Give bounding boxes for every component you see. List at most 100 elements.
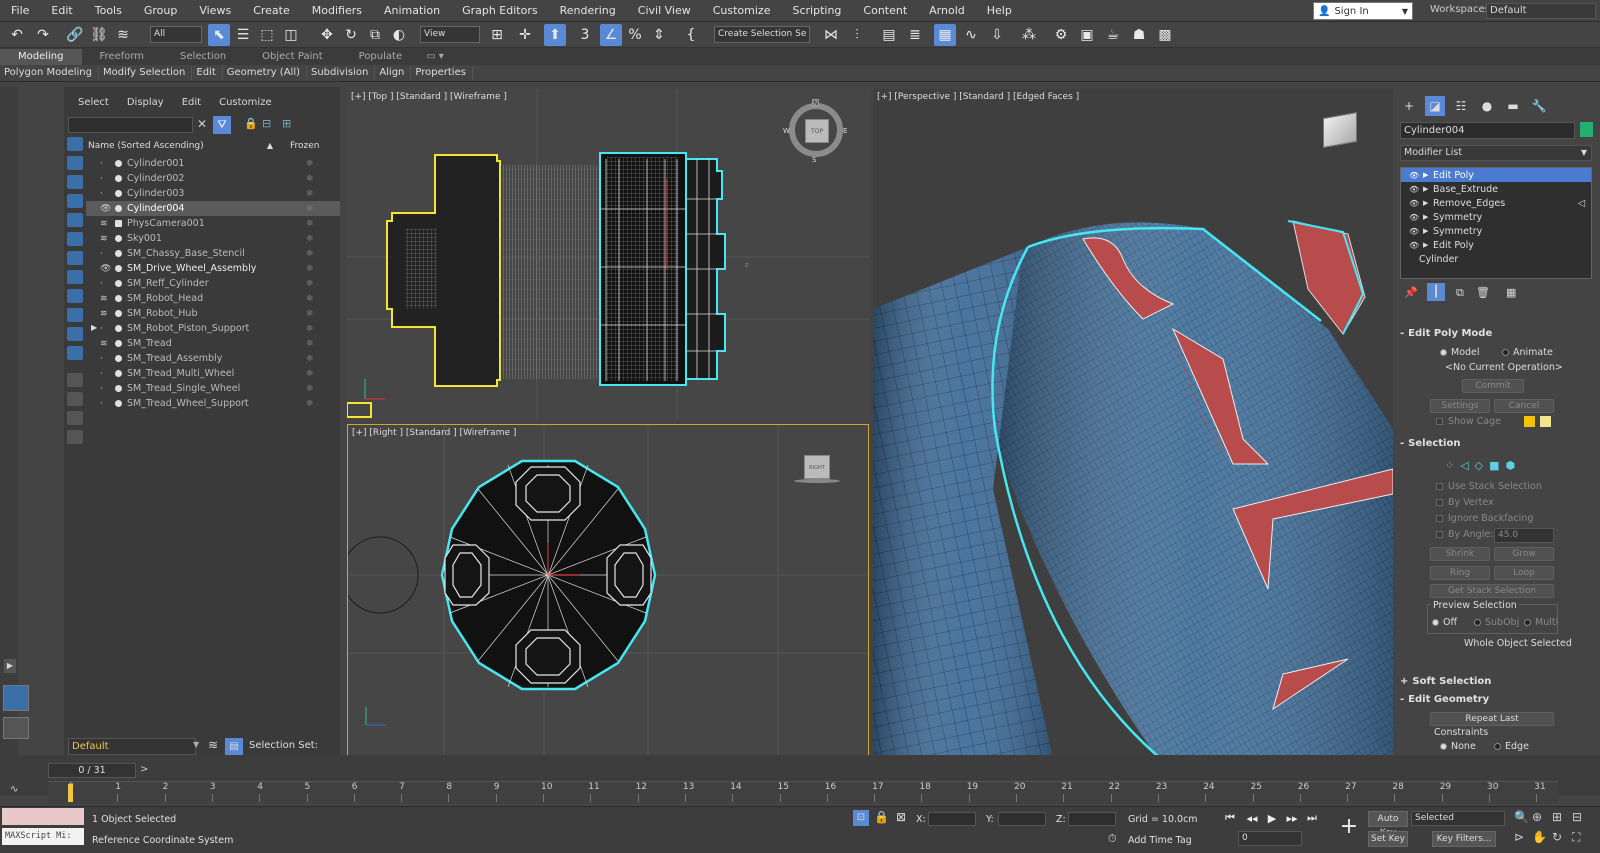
xref-filter-icon[interactable] bbox=[67, 270, 83, 284]
motion-tab-icon[interactable]: ● bbox=[1477, 96, 1497, 116]
repeat-last-button[interactable]: Repeat Last bbox=[1430, 712, 1554, 726]
link-icon[interactable]: 🔗 bbox=[64, 24, 86, 46]
menu-content[interactable]: Content bbox=[852, 0, 918, 22]
window-crossing-icon[interactable]: ◫ bbox=[280, 24, 302, 46]
next-frame-button-icon[interactable]: ▸▸ bbox=[1284, 810, 1300, 826]
explorer-menu-select[interactable]: Select bbox=[78, 97, 109, 108]
explorer-search-input[interactable] bbox=[68, 117, 193, 133]
hidden-eye-icon[interactable]: · bbox=[100, 399, 112, 409]
viewport-right[interactable]: [+] [Right ] [Standard ] [Wireframe ] RI… bbox=[347, 424, 869, 759]
hidden-eye-icon[interactable]: · bbox=[100, 159, 112, 169]
spacewarp-filter-icon[interactable] bbox=[67, 232, 83, 246]
soft-selection-rollout[interactable]: + Soft Selection bbox=[1400, 676, 1590, 690]
viewport-top-label[interactable]: [+] [Top ] [Standard ] [Wireframe ] bbox=[351, 92, 507, 102]
menu-views[interactable]: Views bbox=[188, 0, 242, 22]
scene-explorer-icon[interactable]: ▤ bbox=[878, 24, 900, 46]
explorer-menu-display[interactable]: Display bbox=[127, 97, 164, 108]
render-production-icon[interactable]: ☗ bbox=[1128, 24, 1150, 46]
menu-edit[interactable]: Edit bbox=[40, 0, 83, 22]
explorer-row[interactable]: · SM_Tread_Assembly ❄ bbox=[86, 351, 340, 366]
utilities-tab-icon[interactable]: 🔧 bbox=[1529, 96, 1549, 116]
field-of-view-icon[interactable]: ⊳ bbox=[1514, 830, 1524, 844]
modifier-toggle-eye-icon[interactable]: 👁 bbox=[1409, 185, 1423, 194]
align-icon[interactable]: ⫶ bbox=[846, 24, 868, 46]
display-tab-icon[interactable]: ▬ bbox=[1503, 96, 1523, 116]
workspaces-dropdown[interactable]: Default bbox=[1486, 3, 1596, 19]
freeze-icon[interactable]: ❄ bbox=[306, 354, 314, 364]
visibility-eye-icon[interactable]: 👁 bbox=[100, 204, 112, 214]
ribbon-tab-populate[interactable]: Populate bbox=[341, 49, 420, 65]
hidden-eye-icon[interactable]: · bbox=[100, 279, 112, 289]
render-setup-icon[interactable]: ▣ bbox=[1076, 24, 1098, 46]
viewport-right-label[interactable]: [+] [Right ] [Standard ] [Wireframe ] bbox=[352, 428, 516, 438]
explorer-row[interactable]: ≋ SM_Robot_Head ❄ bbox=[86, 291, 340, 306]
z-coordinate-field[interactable] bbox=[1068, 812, 1116, 826]
explorer-row[interactable]: 👁 SM_Drive_Wheel_Assembly ❄ bbox=[86, 261, 340, 276]
spinner-snap-icon[interactable]: ⇕ bbox=[648, 24, 670, 46]
viewport-top[interactable]: z [+] [Top ] [Standard ] [Wireframe ] TO… bbox=[347, 89, 869, 420]
freeze-icon[interactable]: ❄ bbox=[306, 204, 314, 214]
placement-icon[interactable]: ◐ bbox=[388, 24, 410, 46]
percent-snap-icon[interactable]: % bbox=[624, 24, 646, 46]
constraint-edge-radio[interactable]: Edge bbox=[1494, 741, 1529, 752]
modifier-stack-item[interactable]: 👁 ▶ Base_Extrude bbox=[1401, 182, 1591, 196]
freeze-icon[interactable]: ❄ bbox=[306, 339, 314, 349]
orbit-icon[interactable]: ↻ bbox=[1552, 830, 1562, 844]
explorer-row[interactable]: · Cylinder001 ❄ bbox=[86, 156, 340, 171]
hidden-eye-icon[interactable]: · bbox=[100, 324, 112, 334]
select-object-icon[interactable]: ⬉ bbox=[208, 24, 230, 46]
menu-rendering[interactable]: Rendering bbox=[549, 0, 627, 22]
shrink-button[interactable]: Shrink bbox=[1430, 547, 1490, 561]
display-children-icon[interactable] bbox=[67, 411, 83, 425]
viewport-layout-single-icon[interactable] bbox=[3, 717, 29, 739]
explorer-row[interactable]: ≋ SM_Tread ❄ bbox=[86, 336, 340, 351]
layer-stack-icon[interactable]: ≋ bbox=[100, 309, 112, 319]
key-mode-dropdown[interactable]: Selected bbox=[1411, 811, 1505, 826]
clear-search-icon[interactable]: ✕ bbox=[197, 117, 207, 131]
explorer-row[interactable]: ≋ SM_Robot_Hub ❄ bbox=[86, 306, 340, 321]
select-manipulate-icon[interactable]: ✛ bbox=[514, 24, 536, 46]
menu-tools[interactable]: Tools bbox=[84, 0, 133, 22]
pin-stack-icon[interactable]: 📌 bbox=[1404, 286, 1418, 299]
ribbon-item-subdivision[interactable]: Subdivision bbox=[307, 66, 376, 80]
freeze-icon[interactable]: ❄ bbox=[306, 189, 314, 199]
ribbon-item-modify-selection[interactable]: Modify Selection bbox=[99, 66, 193, 80]
animate-radio[interactable]: Animate bbox=[1502, 347, 1553, 358]
hierarchy-tab-icon[interactable]: ☷ bbox=[1451, 96, 1471, 116]
edit-geometry-rollout[interactable]: - Edit Geometry bbox=[1400, 694, 1590, 708]
go-to-end-icon[interactable]: ⏭ bbox=[1304, 810, 1320, 826]
hidden-filter-icon[interactable] bbox=[67, 346, 83, 360]
menu-customize[interactable]: Customize bbox=[702, 0, 782, 22]
freeze-icon[interactable]: ❄ bbox=[306, 264, 314, 274]
layer-dropdown[interactable]: Default bbox=[68, 738, 196, 755]
absolute-mode-icon[interactable]: ⊠ bbox=[896, 810, 906, 824]
layer-stack-icon[interactable]: ≋ bbox=[100, 219, 112, 229]
modifier-stack-item[interactable]: 👁 ▶ Edit Poly bbox=[1401, 238, 1591, 252]
by-vertex-checkbox[interactable]: By Vertex bbox=[1436, 497, 1494, 508]
modifier-expand-icon[interactable]: ▶ bbox=[1423, 213, 1433, 221]
bone-filter-icon[interactable] bbox=[67, 289, 83, 303]
hidden-eye-icon[interactable]: · bbox=[100, 369, 112, 379]
render-in-cloud-icon[interactable]: ▩ bbox=[1154, 24, 1176, 46]
container-filter-icon[interactable] bbox=[67, 308, 83, 322]
page-icon[interactable] bbox=[67, 392, 83, 406]
modifier-expand-icon[interactable]: ▶ bbox=[1423, 241, 1433, 249]
menu-modifiers[interactable]: Modifiers bbox=[301, 0, 373, 22]
modifier-stack-item[interactable]: 👁 ▶ Remove_Edges ◁ bbox=[1401, 196, 1591, 210]
undo-icon[interactable]: ↶ bbox=[6, 24, 28, 46]
show-end-result-icon[interactable]: ┃ bbox=[1427, 283, 1445, 301]
modifier-toggle-eye-icon[interactable]: 👁 bbox=[1409, 171, 1423, 180]
dope-sheet-icon[interactable]: ⇩ bbox=[986, 24, 1008, 46]
menu-arnold[interactable]: Arnold bbox=[918, 0, 976, 22]
next-frame-icon[interactable]: > bbox=[140, 764, 148, 775]
schematic-view-icon[interactable]: ⁂ bbox=[1018, 24, 1040, 46]
freeze-icon[interactable]: ❄ bbox=[306, 234, 314, 244]
sort-icon[interactable]: ⊞ bbox=[282, 117, 291, 130]
freeze-icon[interactable]: ❄ bbox=[306, 369, 314, 379]
selection-set-icon[interactable]: ▤ bbox=[225, 738, 243, 755]
edit-poly-mode-rollout[interactable]: - Edit Poly Mode bbox=[1400, 328, 1590, 342]
explorer-row[interactable]: · SM_Tread_Multi_Wheel ❄ bbox=[86, 366, 340, 381]
settings-button[interactable]: Settings bbox=[1430, 399, 1490, 413]
zoom-icon[interactable]: 🔍 bbox=[1514, 810, 1529, 824]
viewport-perspective-label[interactable]: [+] [Perspective ] [Standard ] [Edged Fa… bbox=[877, 92, 1079, 102]
